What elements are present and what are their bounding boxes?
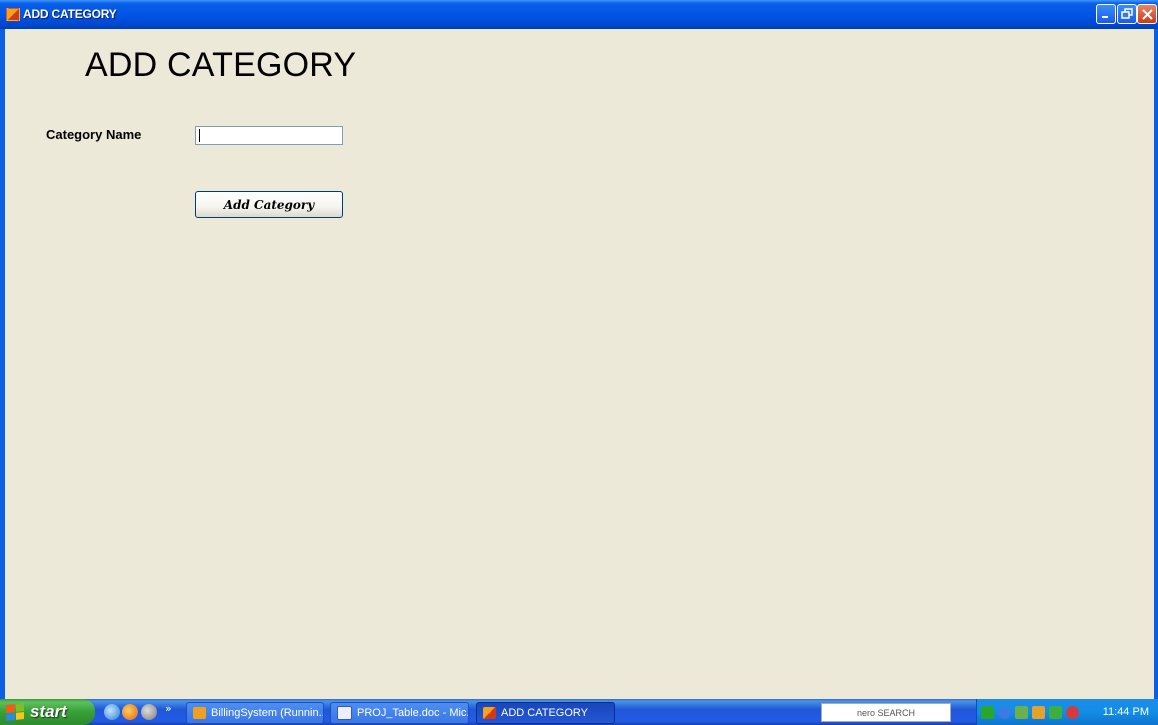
back-arrow-icon[interactable] (998, 705, 1011, 719)
word-document-icon (337, 706, 352, 720)
text-caret (199, 129, 200, 142)
restore-icon (1121, 8, 1133, 19)
clock[interactable]: 11:44 PM (1103, 706, 1149, 718)
category-name-label: Category Name (46, 127, 142, 142)
window-client-area (5, 29, 1154, 699)
nero-search-box[interactable]: nero SEARCH (821, 703, 951, 722)
windows-flag-icon (6, 703, 24, 721)
taskbar-item-add-category[interactable]: ADD CATEGORY (476, 702, 615, 724)
task-label: PROJ_Table.doc - Mic... (357, 707, 469, 719)
tray-app-icon[interactable] (1015, 705, 1028, 719)
close-button[interactable] (1137, 4, 1157, 24)
page-title: ADD CATEGORY (85, 46, 357, 84)
system-tray: 11:44 PM (976, 699, 1158, 725)
app-icon (6, 8, 20, 21)
task-label: BillingSystem (Runnin... (211, 707, 324, 719)
task-label: ADD CATEGORY (501, 707, 588, 719)
restore-button[interactable] (1117, 4, 1137, 24)
taskbar-item-proj-table-doc[interactable]: PROJ_Table.doc - Mic... (330, 702, 469, 724)
start-label: start (30, 702, 67, 721)
category-name-input[interactable] (195, 126, 343, 145)
quick-launch-chevron-icon[interactable]: » (165, 702, 172, 715)
network-icon[interactable] (981, 705, 994, 719)
title-bar[interactable]: ADD CATEGORY (0, 0, 1158, 29)
tray-app-icon[interactable] (1066, 705, 1079, 719)
taskbar-item-billingsystem[interactable]: BillingSystem (Runnin... (186, 702, 324, 724)
tray-app-icon[interactable] (1049, 705, 1062, 719)
minimize-button[interactable] (1096, 4, 1116, 24)
media-player-icon[interactable] (141, 704, 157, 720)
firefox-icon[interactable] (122, 704, 138, 720)
taskbar: start » BillingSystem (Runnin... PROJ_Ta… (0, 699, 1158, 725)
minimize-icon (1102, 16, 1108, 18)
app-icon (483, 707, 496, 719)
window-title: ADD CATEGORY (23, 7, 117, 21)
tray-app-icon[interactable] (1032, 705, 1045, 719)
start-button[interactable]: start (0, 699, 95, 725)
add-category-button[interactable]: Add Category (195, 191, 343, 218)
window-frame-right (1154, 29, 1158, 699)
visual-studio-icon (193, 707, 206, 719)
close-icon (1141, 8, 1153, 20)
internet-explorer-icon[interactable] (104, 704, 120, 720)
